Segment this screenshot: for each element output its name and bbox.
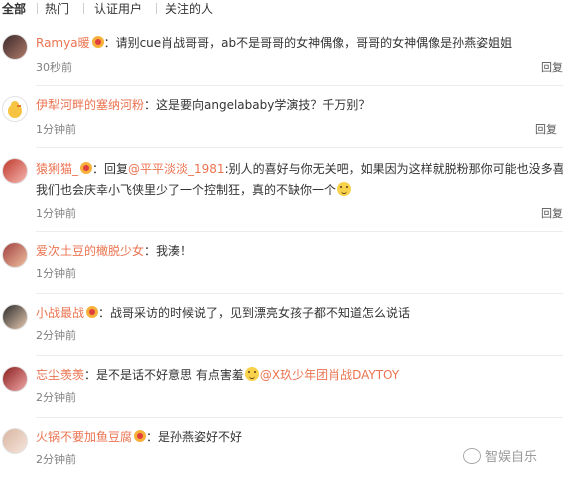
comment-time: 30秒前 [36,61,72,74]
comment-body: 火锅不要加鱼豆腐 ：是孙燕姿好不好 [36,428,242,446]
comment-username[interactable]: 爱次土豆的橄脱少女 [36,244,144,258]
comment-time: 2分钟前 [36,453,76,466]
comment-username[interactable]: 伊犁河畔的塞纳河粉 [36,98,144,112]
reply-button[interactable]: 回复 [535,122,557,138]
comment-username[interactable]: 小战最战 [36,306,84,320]
tab-all[interactable]: 全部 [2,1,26,17]
comment-text: ：请别cue肖战哥哥，ab不是哥哥的女神偶像，哥哥的女神偶像是孙燕姿姐姐 [103,36,513,50]
avatar[interactable] [2,34,28,60]
comment-time: 1分钟前 [36,207,76,220]
comment-text: ：这是要向angelababy学演技？千万别？ [144,98,371,112]
avatar[interactable] [2,242,28,268]
comment-body-line2: 我们也会庆幸小飞侠里少了一个控制狂，真的不缺你一个 [36,181,352,199]
comment-username[interactable]: Ramya暖 [36,36,90,50]
watermark-text: 智娱自乐 [485,450,538,465]
comment-text: ：我湊！ [144,244,193,258]
comment-item: Ramya暖 ：请别cue肖战哥哥，ab不是哥哥的女神偶像，哥哥的女神偶像是孙燕姿… [0,24,563,86]
reply-button[interactable]: 回复 [541,206,563,222]
tab-divider [37,3,38,14]
mention-link[interactable]: @平平淡淡_1981 [128,162,225,176]
reply-button[interactable]: 回复 [541,60,563,76]
comment-body: 小战最战 ：战哥采访的时候说了，见到漂亮女孩子都不知道怎么说话 [36,304,410,322]
tab-following[interactable]: 关注的人 [165,1,213,17]
emoji-icon [244,367,259,381]
comment-item: 猿猁猫_ ：回复@平平淡淡_1981:别人的喜好与你无关吧，如果因为这样就脱粉那你… [0,148,563,232]
vip-badge-icon [91,36,104,48]
comment-time: 2分钟前 [36,329,76,342]
comment-time: 1分钟前 [36,267,76,280]
comment-username[interactable]: 火锅不要加鱼豆腐 [36,430,132,444]
wechat-icon [463,448,481,464]
comment-text-prefix: ：回复 [92,162,129,176]
tab-divider [156,3,157,14]
avatar[interactable] [2,158,28,184]
comment-text-suffix: :别人的喜好与你无关吧，如果因为这样就脱粉那你可能也没多喜欢 [224,162,563,176]
comment-username[interactable]: 猿猁猫_ [36,162,78,176]
comment-body: 爱次土豆的橄脱少女：我湊！ [36,242,192,260]
comment-time: 1分钟前 [36,123,76,136]
duck-icon [8,101,22,118]
comment-item: 忘尘羡羡：是不是话不好意思 有点害羞 @X玖少年团肖战DAYTOY 2分钟前 [0,356,563,418]
avatar[interactable] [2,366,28,392]
filter-tabs: 全部 热门 认证用户 关注的人 [0,0,563,18]
watermark: 智娱自乐 [463,446,537,465]
comment-item: 爱次土豆的橄脱少女：我湊！ 1分钟前 [0,232,563,294]
avatar[interactable] [2,428,28,454]
tab-hot[interactable]: 热门 [45,1,69,17]
comment-time: 2分钟前 [36,391,76,404]
comment-body: 忘尘羡羡：是不是话不好意思 有点害羞 @X玖少年团肖战DAYTOY [36,366,399,384]
vip-badge-icon [80,162,93,174]
comment-item: 小战最战 ：战哥采访的时候说了，见到漂亮女孩子都不知道怎么说话 2分钟前 [0,294,563,356]
avatar[interactable] [2,304,28,330]
comment-text: ：战哥采访的时候说了，见到漂亮女孩子都不知道怎么说话 [98,306,411,320]
comment-item: 伊犁河畔的塞纳河粉：这是要向angelababy学演技？千万别？ 1分钟前 回复 [0,86,563,148]
comment-body: 伊犁河畔的塞纳河粉：这是要向angelababy学演技？千万别？ [36,96,370,114]
emoji-icon [337,182,352,196]
comment-body: 猿猁猫_ ：回复@平平淡淡_1981:别人的喜好与你无关吧，如果因为这样就脱粉那你… [36,160,563,178]
vip-badge-icon [134,430,147,442]
comment-username[interactable]: 忘尘羡羡 [36,368,84,382]
tab-divider [83,3,84,14]
comment-text-prefix: ：是不是话不好意思 有点害羞 [84,368,244,382]
comment-text-line2: 我们也会庆幸小飞侠里少了一个控制狂，真的不缺你一个 [36,183,337,197]
vip-badge-icon [86,306,99,318]
avatar[interactable] [2,96,28,122]
comment-text: ：是孙燕姿好不好 [146,430,243,444]
tab-verified-users[interactable]: 认证用户 [94,1,142,17]
comment-body: Ramya暖 ：请别cue肖战哥哥，ab不是哥哥的女神偶像，哥哥的女神偶像是孙燕姿… [36,34,512,52]
mention-link[interactable]: @X玖少年团肖战DAYTOY [260,368,399,382]
